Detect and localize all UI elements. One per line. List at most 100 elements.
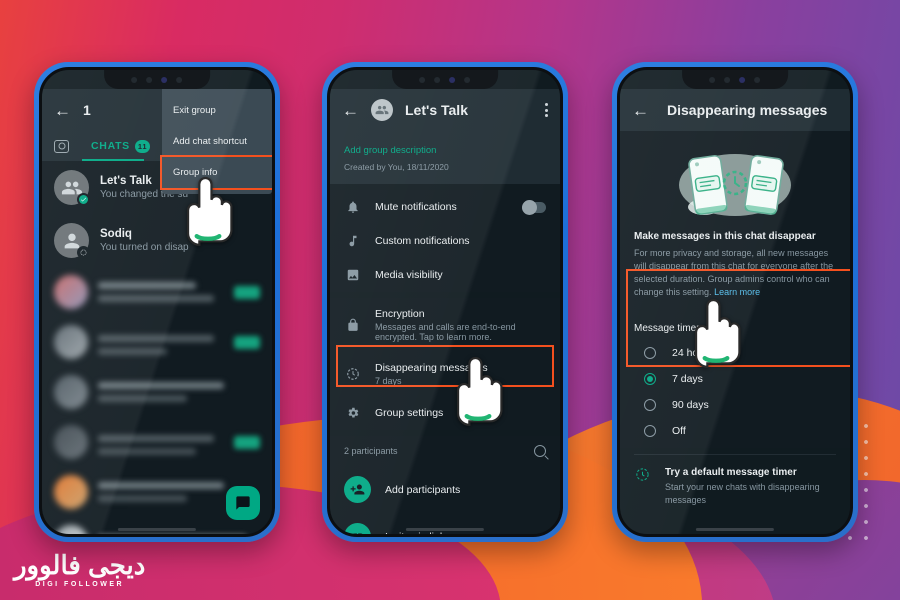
- row-mute-notifications[interactable]: Mute notifications: [330, 190, 560, 224]
- list-item[interactable]: [42, 317, 272, 367]
- pointer-hand-cursor: [452, 352, 504, 427]
- row-label: Encryption Messages and calls are end-to…: [375, 308, 546, 342]
- phone-notch: [682, 70, 788, 89]
- option-label: 7 days: [672, 373, 703, 386]
- participants-count: 2 participants: [344, 446, 398, 456]
- add-group-description-link[interactable]: Add group description: [344, 145, 546, 156]
- back-icon[interactable]: ←: [632, 102, 649, 119]
- avatar: [54, 325, 88, 359]
- row-encryption[interactable]: Encryption Messages and calls are end-to…: [330, 298, 560, 352]
- gear-icon: [344, 406, 361, 420]
- radio-icon[interactable]: [644, 347, 656, 360]
- avatar: [54, 475, 88, 509]
- camera-lens-icon: [161, 76, 168, 83]
- camera-lens-icon: [449, 76, 456, 83]
- avatar: [54, 525, 88, 534]
- participants-section: 2 participants Add participants Invite v…: [330, 436, 560, 534]
- participants-header: 2 participants: [330, 436, 560, 466]
- image-icon: [344, 268, 361, 282]
- list-item[interactable]: [42, 267, 272, 317]
- copy-heading: Make messages in this chat disappear: [634, 231, 816, 242]
- unread-badge: [234, 335, 260, 349]
- row-custom-notifications[interactable]: Custom notifications: [330, 224, 560, 258]
- new-chat-icon: [236, 496, 250, 510]
- default-timer-row[interactable]: Try a default message timer Start your n…: [620, 461, 850, 516]
- timer-icon: [77, 246, 90, 259]
- default-timer-title: Try a default message timer: [665, 467, 797, 479]
- chat-preview: You turned on disap: [100, 242, 189, 253]
- row-label: Add participants: [385, 483, 461, 496]
- phone2-screen: ← Let's Talk Add group description Creat…: [330, 70, 560, 534]
- unread-badge: [234, 285, 260, 299]
- list-item[interactable]: [42, 367, 272, 417]
- row-label: Media visibility: [375, 269, 443, 281]
- option-label: Off: [672, 425, 686, 438]
- list-item[interactable]: [42, 417, 272, 467]
- link-icon: [344, 523, 371, 534]
- bell-icon: [344, 200, 361, 214]
- page-title: 1: [83, 102, 91, 118]
- avatar: [54, 375, 88, 409]
- group-header: Add group description Created by You, 18…: [330, 131, 560, 184]
- row-label: Invite via link: [385, 531, 445, 535]
- tab-indicator: [82, 158, 144, 161]
- pointer-hand-cursor: [690, 294, 742, 369]
- list-item[interactable]: Sodiq You turned on disap: [42, 214, 272, 267]
- overflow-menu-icon[interactable]: [545, 103, 548, 117]
- back-icon[interactable]: ←: [342, 102, 359, 119]
- camera-dot-icon: [146, 76, 153, 83]
- home-indicator: [117, 528, 197, 531]
- search-icon[interactable]: [534, 445, 546, 457]
- mute-toggle[interactable]: [522, 199, 546, 215]
- new-chat-button[interactable]: [226, 486, 260, 520]
- option-label: 90 days: [672, 399, 709, 412]
- tab-chats-label: CHATS: [91, 140, 130, 152]
- back-icon[interactable]: ←: [54, 102, 71, 119]
- divider: [634, 454, 836, 456]
- option-7-days[interactable]: 7 days: [620, 366, 850, 392]
- option-off[interactable]: Off: [620, 418, 850, 444]
- menu-item-exit-group[interactable]: Exit group: [162, 95, 272, 126]
- radio-icon[interactable]: [644, 399, 656, 412]
- camera-dot-icon: [754, 76, 761, 83]
- group-avatar-icon: [371, 99, 393, 121]
- menu-item-add-chat-shortcut[interactable]: Add chat shortcut: [162, 126, 272, 157]
- phone-mockup-3: ← Disappearing messages Make messages in…: [612, 62, 858, 542]
- phone1-screen: ← 1 CHATS 11 ST: [42, 70, 272, 534]
- phone-mockup-2: ← Let's Talk Add group description Creat…: [322, 62, 568, 542]
- row-label: Custom notifications: [375, 235, 470, 247]
- camera-dot-icon: [131, 76, 138, 83]
- chats-unread-badge: 11: [134, 139, 151, 153]
- chat-list: Let's Talk You changed the su Sodiq You …: [42, 161, 272, 534]
- encryption-subtitle: Messages and calls are end-to-end encryp…: [375, 322, 516, 342]
- timer-icon: [634, 467, 651, 506]
- avatar: [54, 275, 88, 309]
- lock-icon: [344, 318, 361, 332]
- avatar: [54, 425, 88, 459]
- camera-dot-icon: [434, 76, 441, 83]
- tab-chats[interactable]: CHATS 11: [91, 139, 151, 153]
- camera-icon[interactable]: [54, 139, 69, 153]
- radio-icon-selected[interactable]: [644, 373, 656, 386]
- row-disappearing-messages[interactable]: Disappearing messages 7 days: [330, 352, 560, 396]
- add-person-icon: [344, 476, 371, 503]
- camera-dot-icon: [176, 76, 183, 83]
- page-title: Disappearing messages: [667, 102, 828, 118]
- row-media-visibility[interactable]: Media visibility: [330, 258, 560, 292]
- home-indicator: [695, 528, 775, 531]
- row-label: Mute notifications: [375, 201, 457, 213]
- phone-notch: [104, 70, 210, 89]
- option-90-days[interactable]: 90 days: [620, 392, 850, 418]
- camera-dot-icon: [709, 76, 716, 83]
- camera-dot-icon: [464, 76, 471, 83]
- copy-body: For more privacy and storage, all new me…: [634, 247, 836, 299]
- pointer-hand-cursor: [182, 172, 234, 247]
- encryption-title: Encryption: [375, 308, 425, 320]
- phone-notch: [392, 70, 498, 89]
- row-group-settings[interactable]: Group settings: [330, 396, 560, 430]
- row-add-participants[interactable]: Add participants: [330, 466, 560, 513]
- radio-icon[interactable]: [644, 425, 656, 438]
- timer-icon: [344, 367, 361, 381]
- camera-dot-icon: [724, 76, 731, 83]
- person-avatar-icon: [54, 223, 90, 259]
